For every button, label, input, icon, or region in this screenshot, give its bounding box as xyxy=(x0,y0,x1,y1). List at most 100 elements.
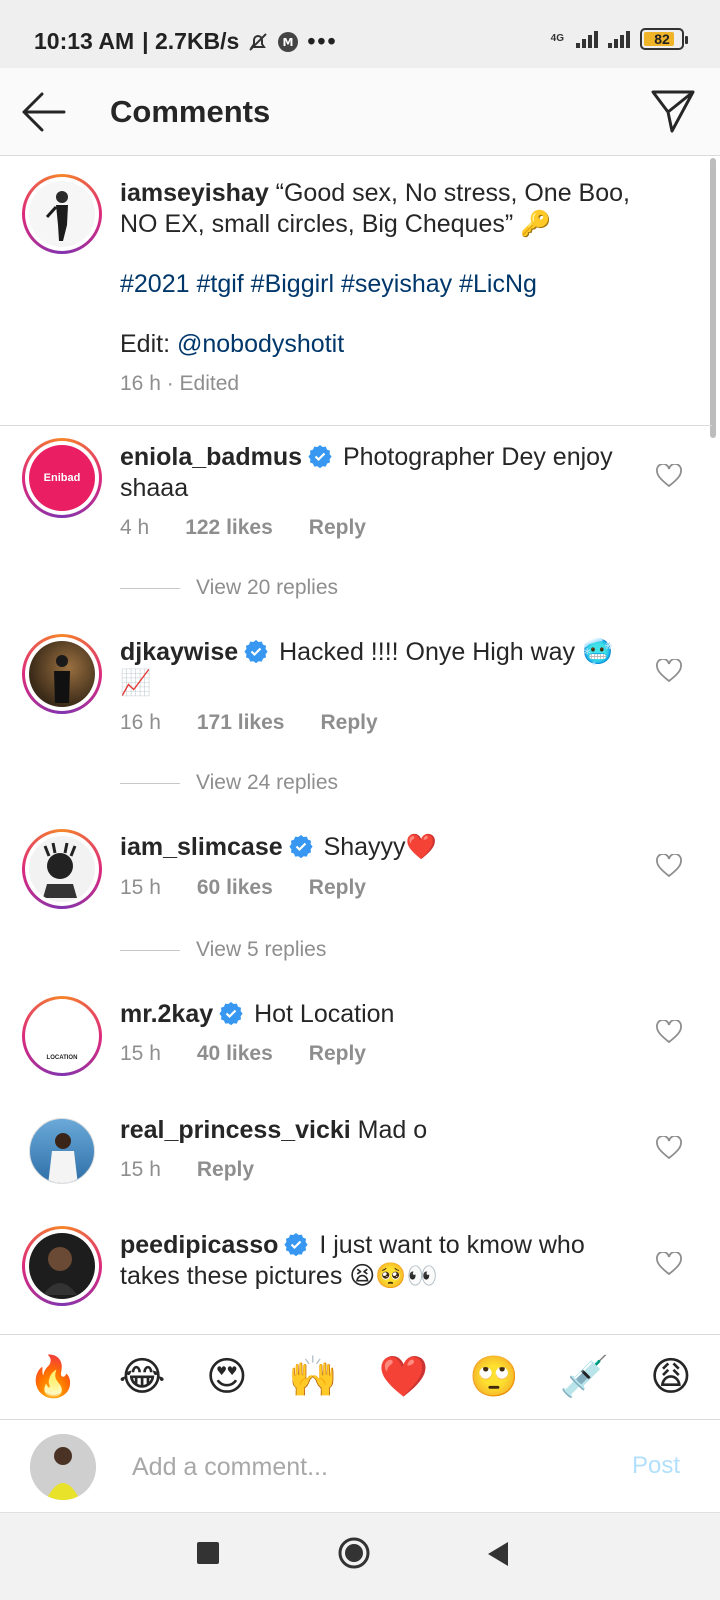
person-photo-icon xyxy=(48,1133,78,1183)
emoji-quick-bar: 🔥 😂 😍 🙌 ❤️ 🙄 💉 😩 xyxy=(0,1334,720,1420)
avatar[interactable] xyxy=(22,634,102,714)
verified-badge-icon xyxy=(284,1233,309,1256)
person-silhouette-icon xyxy=(29,181,91,243)
person-sketch-icon xyxy=(43,842,77,898)
arrow-left-icon[interactable] xyxy=(20,90,66,134)
comment-input[interactable] xyxy=(132,1450,592,1484)
comment-text: Hot Location xyxy=(247,1000,395,1028)
reply-button[interactable]: Reply xyxy=(320,711,377,735)
comment-username[interactable]: djkaywise xyxy=(120,638,238,666)
comment-text-2: shaaa xyxy=(120,474,189,502)
verified-badge-icon xyxy=(289,835,313,858)
comment-username[interactable]: real_princess_vicki xyxy=(120,1116,351,1144)
caption-mention[interactable]: @nobodyshotit xyxy=(177,330,344,358)
battery-level: 82 xyxy=(654,31,670,47)
caption-hashtags[interactable]: #2021 #tgif #Biggirl #seyishay #LicNg xyxy=(120,269,537,300)
home-circle-icon[interactable] xyxy=(338,1537,370,1569)
reply-button[interactable]: Reply xyxy=(309,1042,366,1066)
status-bar: 10:13 AM | 2.7KB/s M ••• 4G 82 xyxy=(0,0,720,68)
divider xyxy=(120,587,180,589)
signal-icon xyxy=(576,30,598,48)
fire-emoji-button[interactable]: 🔥 xyxy=(28,1357,78,1397)
divider xyxy=(120,782,180,784)
red-heart-emoji-button[interactable]: ❤️ xyxy=(379,1357,429,1397)
avatar[interactable] xyxy=(22,174,102,254)
weary-emoji-button[interactable]: 😩 xyxy=(650,1357,692,1397)
comment-text-2: 📈 xyxy=(120,669,152,697)
comment-likes[interactable]: 40 likes xyxy=(197,1042,273,1066)
comment-username[interactable]: iam_slimcase xyxy=(120,833,283,861)
comment-text: Mad o xyxy=(350,1116,428,1144)
comment-text: I just want to kmow who xyxy=(312,1231,585,1259)
divider xyxy=(120,949,180,951)
avatar[interactable]: Enibad xyxy=(22,438,102,518)
status-speed: | 2.7KB/s xyxy=(142,28,240,54)
signal-icon-2 xyxy=(608,30,630,48)
caption-username[interactable]: iamseyishay xyxy=(120,179,269,207)
comment-username[interactable]: eniola_badmus xyxy=(120,443,302,471)
heart-icon[interactable] xyxy=(656,1020,682,1044)
post-caption: iamseyishay “Good sex, No stress, One Bo… xyxy=(0,158,712,426)
heart-icon[interactable] xyxy=(656,464,682,488)
view-replies-button[interactable]: View 20 replies xyxy=(120,576,338,600)
view-replies-button[interactable]: View 5 replies xyxy=(120,938,326,962)
heart-icon[interactable] xyxy=(656,854,682,878)
comment-likes[interactable]: 122 likes xyxy=(185,516,273,540)
comment-time: 4 h xyxy=(120,516,150,539)
avatar[interactable]: LOCATION xyxy=(22,996,102,1076)
avatar-logo-text: Enibad xyxy=(43,472,81,484)
reply-button[interactable]: Reply xyxy=(309,516,366,540)
caption-text-2: NO EX, small circles, Big Cheques” 🔑 xyxy=(120,210,552,238)
verified-badge-icon xyxy=(308,445,332,468)
heart-icon[interactable] xyxy=(656,659,682,683)
verified-badge-icon xyxy=(244,640,268,663)
comment-text: Photographer Dey enjoy xyxy=(336,443,613,471)
syringe-emoji-button[interactable]: 💉 xyxy=(560,1357,610,1397)
laughing-emoji-button[interactable]: 😂 xyxy=(119,1357,166,1397)
avatar[interactable] xyxy=(22,829,102,909)
avatar xyxy=(30,1434,96,1500)
comment-text-2: takes these pictures 😫🥺👀 xyxy=(120,1262,438,1290)
paper-plane-icon[interactable] xyxy=(650,88,696,134)
heart-eyes-emoji-button[interactable]: 😍 xyxy=(206,1357,248,1397)
caption-meta: 16 h · Edited xyxy=(120,372,240,395)
post-button[interactable]: Post xyxy=(632,1452,680,1480)
reply-button[interactable]: Reply xyxy=(309,876,366,900)
view-replies-button[interactable]: View 24 replies xyxy=(120,771,338,795)
more-notifications-icon: ••• xyxy=(307,28,338,54)
avatar-logo-text: LOCATION xyxy=(46,1055,78,1061)
person-photo-icon xyxy=(30,1434,96,1500)
view-replies-label: View 5 replies xyxy=(196,938,327,961)
back-triangle-icon[interactable] xyxy=(486,1541,510,1567)
comment-likes[interactable]: 171 likes xyxy=(197,711,285,735)
verified-badge-icon xyxy=(219,1002,243,1025)
caption-edit-label: Edit: xyxy=(120,330,177,358)
comment-text: Hacked !!!! Onye High way 🥶 xyxy=(272,638,614,666)
reply-button[interactable]: Reply xyxy=(197,1158,254,1182)
comment-time: 15 h xyxy=(120,1158,161,1181)
comment-time: 15 h xyxy=(120,876,161,899)
comment-username[interactable]: mr.2kay xyxy=(120,1000,213,1028)
network-type: 4G xyxy=(550,33,564,44)
person-photo-icon xyxy=(43,1247,77,1295)
battery-icon: 82 xyxy=(640,28,688,50)
view-replies-label: View 20 replies xyxy=(196,576,339,599)
person-photo-icon xyxy=(54,655,70,703)
view-replies-label: View 24 replies xyxy=(196,771,339,794)
comment-username[interactable]: peedipicasso xyxy=(120,1231,278,1259)
comment-likes[interactable]: 60 likes xyxy=(197,876,273,900)
comment-time: 16 h xyxy=(120,711,161,734)
comment-text: Shayyy❤️ xyxy=(316,833,437,861)
avatar[interactable] xyxy=(29,1118,95,1184)
comment-composer: Post xyxy=(0,1420,720,1512)
recents-square-icon[interactable] xyxy=(196,1541,220,1565)
bell-muted-icon xyxy=(249,32,268,51)
heart-icon[interactable] xyxy=(656,1252,682,1276)
eye-roll-emoji-button[interactable]: 🙄 xyxy=(469,1357,519,1397)
avatar[interactable] xyxy=(22,1226,102,1306)
raised-hands-emoji-button[interactable]: 🙌 xyxy=(288,1357,338,1397)
heart-icon[interactable] xyxy=(656,1136,682,1160)
caption-text-1: “Good sex, No stress, One Boo, xyxy=(268,179,630,207)
comment-time: 15 h xyxy=(120,1042,161,1065)
svg-text:M: M xyxy=(283,36,294,49)
